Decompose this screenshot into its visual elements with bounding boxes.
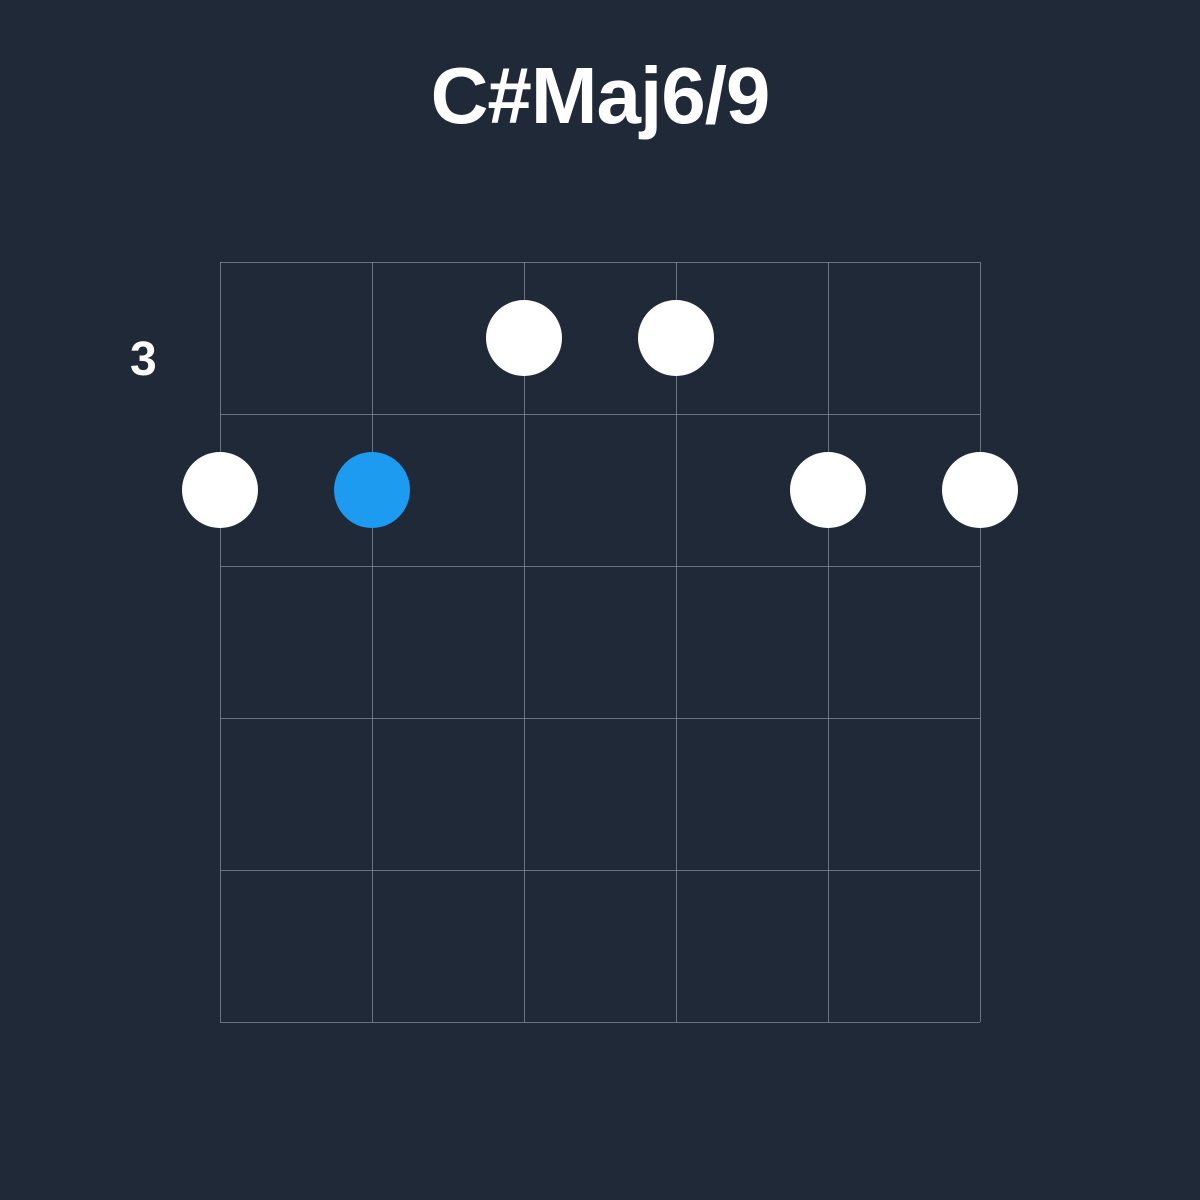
root-note-dot bbox=[334, 452, 410, 528]
starting-fret-label: 3 bbox=[130, 332, 157, 387]
string-line bbox=[980, 262, 981, 1022]
string-line bbox=[524, 262, 525, 1022]
note-dot bbox=[942, 452, 1018, 528]
note-dot bbox=[638, 300, 714, 376]
fret-line bbox=[220, 414, 980, 415]
string-line bbox=[220, 262, 221, 1022]
fret-line bbox=[220, 870, 980, 871]
string-line bbox=[372, 262, 373, 1022]
chord-diagram-container: C#Maj6/9 3 bbox=[0, 0, 1200, 1200]
note-dot bbox=[486, 300, 562, 376]
chord-name: C#Maj6/9 bbox=[431, 50, 770, 142]
diagram-wrapper: 3 bbox=[220, 262, 980, 1022]
string-line bbox=[676, 262, 677, 1022]
fret-line bbox=[220, 718, 980, 719]
fret-line bbox=[220, 1022, 980, 1023]
fret-line bbox=[220, 566, 980, 567]
string-line bbox=[828, 262, 829, 1022]
fretboard-grid bbox=[220, 262, 980, 1022]
note-dot bbox=[790, 452, 866, 528]
note-dot bbox=[182, 452, 258, 528]
fret-line bbox=[220, 262, 980, 263]
